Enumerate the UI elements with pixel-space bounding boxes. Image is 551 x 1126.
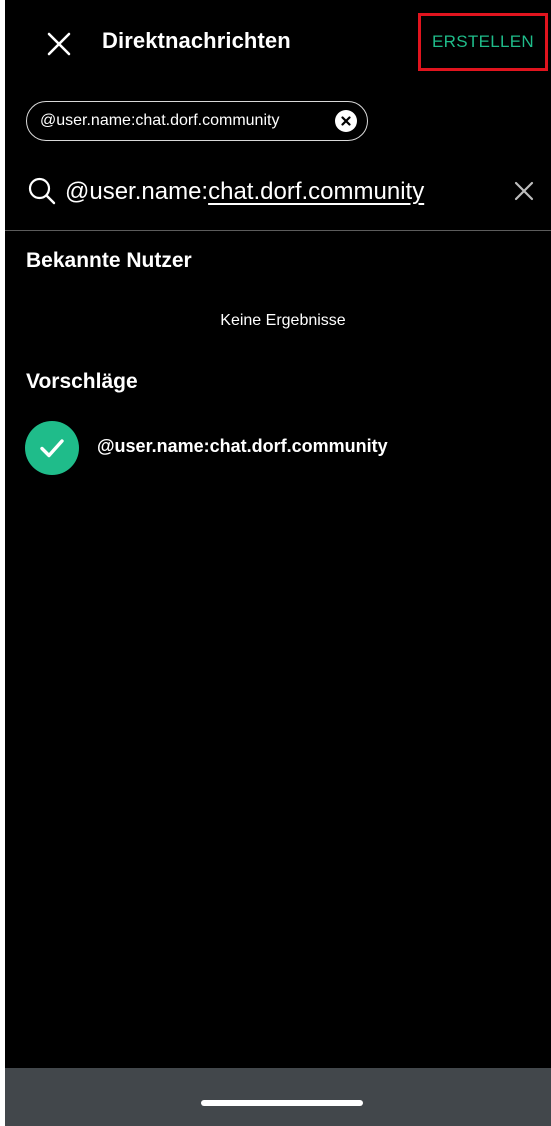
search-input[interactable]: @user.name:chat.dorf.community [65,168,495,216]
suggestion-label: @user.name:chat.dorf.community [97,436,388,456]
close-icon [514,181,534,201]
remove-circle-icon [341,116,351,126]
suggestions-header: Vorschläge [26,370,138,393]
search-row: @user.name:chat.dorf.community [5,162,551,230]
page-title: Direktnachrichten [102,28,291,53]
close-button[interactable] [39,24,79,64]
chip-remove-button[interactable] [335,110,357,132]
search-icon [28,177,56,205]
search-value-suffix: chat.dorf.community [208,178,425,205]
create-button-label: ERSTELLEN [432,32,534,51]
system-navigation-bar [5,1068,551,1126]
selected-avatar [25,421,79,475]
close-icon [47,32,71,56]
search-value-prefix: @user.name: [65,178,209,205]
search-clear-button[interactable] [507,174,541,208]
selected-user-chip[interactable]: @user.name:chat.dorf.community [26,101,368,141]
home-gesture-handle[interactable] [201,1100,363,1106]
check-icon [40,439,64,458]
divider [5,230,551,231]
chip-label: @user.name:chat.dorf.community [40,112,280,129]
direct-messages-screen: Direktnachrichten ERSTELLEN @user.name:c… [5,0,551,1126]
no-results-text: Keine Ergebnisse [220,312,346,329]
known-users-header: Bekannte Nutzer [26,249,192,272]
create-button[interactable]: ERSTELLEN [418,13,548,71]
top-app-bar: Direktnachrichten ERSTELLEN [5,0,551,88]
suggestion-item[interactable]: @user.name:chat.dorf.community [5,416,551,480]
